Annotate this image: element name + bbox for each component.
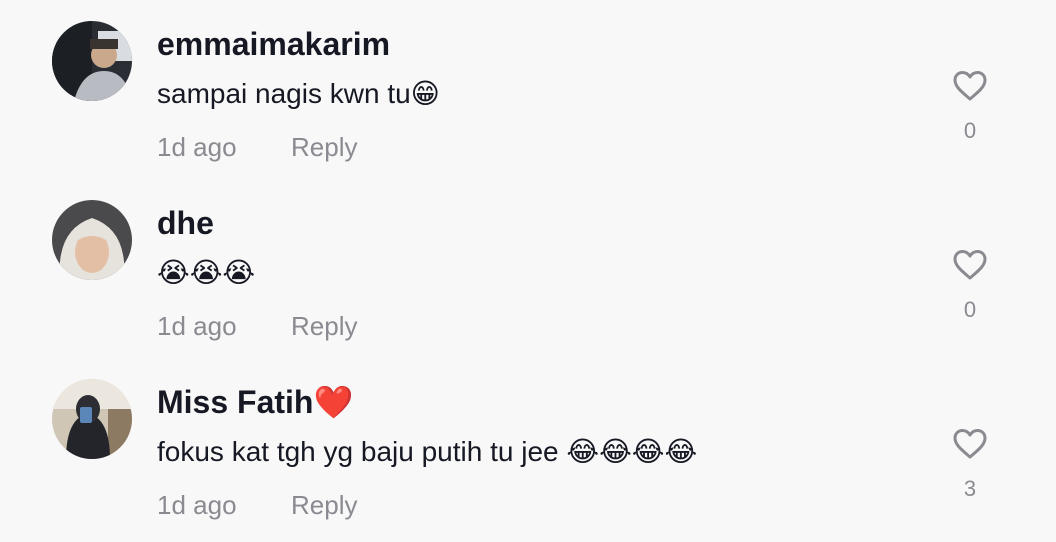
- comment-item: Miss Fatih❤️ fokus kat tgh yg baju putih…: [0, 358, 1056, 537]
- comment-text: 😭😭😭: [157, 256, 256, 289]
- comment-item: dhe 😭😭😭 1d ago Reply 0: [0, 179, 1056, 358]
- comment-text: sampai nagis kwn tu😁: [157, 78, 440, 109]
- comment-meta: 1d ago Reply: [157, 129, 357, 165]
- user-photo-avatar-icon: [52, 21, 132, 101]
- like-count: 0: [963, 297, 977, 322]
- user-photo-avatar-icon: [52, 379, 132, 459]
- username[interactable]: dhe: [157, 203, 214, 243]
- user-photo-avatar-icon: [52, 200, 132, 280]
- comment-meta: 1d ago Reply: [157, 487, 357, 523]
- avatar[interactable]: [52, 379, 132, 459]
- comment-meta: 1d ago Reply: [157, 308, 357, 344]
- like-button[interactable]: 0: [949, 249, 991, 323]
- reply-button[interactable]: Reply: [291, 129, 357, 165]
- avatar[interactable]: [52, 200, 132, 280]
- username[interactable]: Miss Fatih❤️: [157, 382, 353, 422]
- username[interactable]: emmaimakarim: [157, 24, 390, 64]
- comment-item: emmaimakarim sampai nagis kwn tu😁 1d ago…: [0, 0, 1056, 179]
- comment-text: fokus kat tgh yg baju putih tu jee 😂😂😂😂: [157, 436, 698, 467]
- comment-age: 1d ago: [157, 311, 237, 341]
- heart-outline-icon: [953, 429, 987, 459]
- reply-button[interactable]: Reply: [291, 487, 357, 523]
- reply-button[interactable]: Reply: [291, 308, 357, 344]
- like-button[interactable]: 0: [949, 70, 991, 144]
- comment-age: 1d ago: [157, 132, 237, 162]
- like-button[interactable]: 3: [949, 428, 991, 502]
- avatar[interactable]: [52, 21, 132, 101]
- heart-outline-icon: [953, 250, 987, 280]
- like-count: 3: [963, 476, 977, 501]
- heart-outline-icon: [953, 71, 987, 101]
- comment-age: 1d ago: [157, 490, 237, 520]
- like-count: 0: [963, 118, 977, 143]
